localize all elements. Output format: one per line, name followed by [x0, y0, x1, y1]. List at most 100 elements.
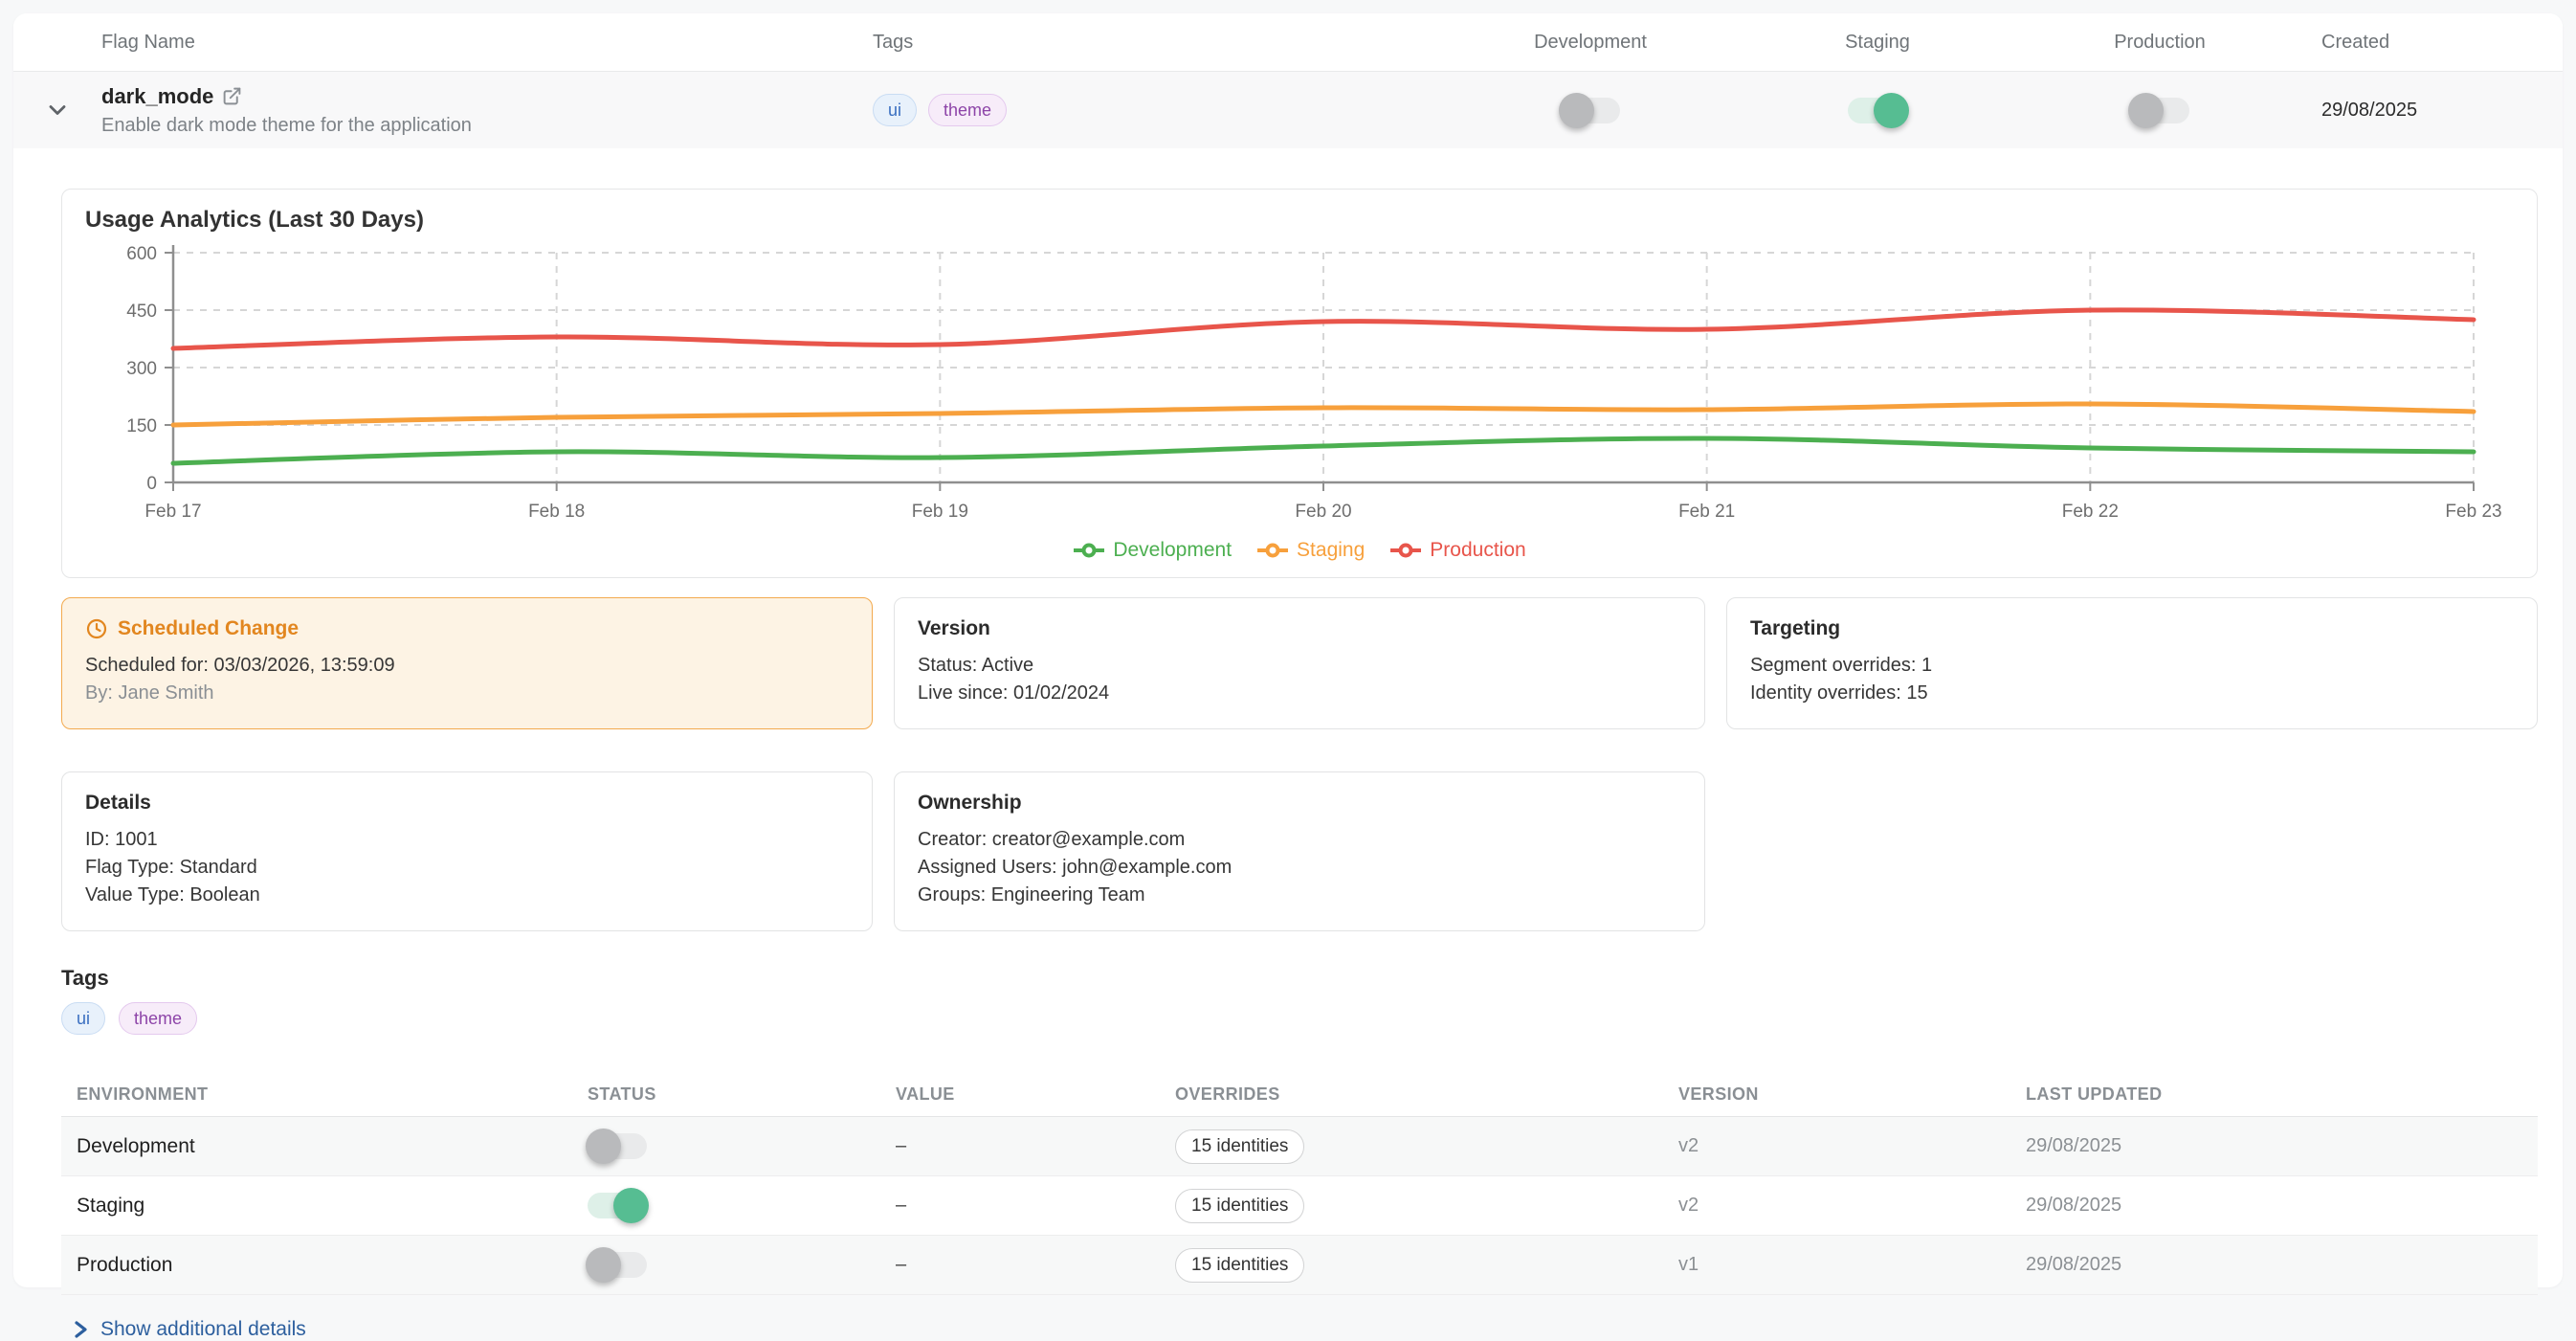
empty-card-slot [1726, 771, 2538, 931]
details-flag-type: Flag Type: Standard [85, 854, 849, 882]
env-version: v2 [1663, 1195, 2010, 1217]
flag-name: dark_mode [101, 84, 213, 109]
header-flag-name: Flag Name [101, 32, 873, 54]
flag-row-tags: uitheme [873, 94, 1447, 126]
toggle-knob [613, 1188, 649, 1223]
chevron-right-icon [73, 1319, 89, 1340]
env-header-last-updated: LAST UPDATED [2010, 1084, 2538, 1105]
env-last-updated: 29/08/2025 [2010, 1254, 2538, 1276]
svg-text:150: 150 [126, 416, 157, 436]
details-card-title: Details [85, 792, 849, 815]
ownership-card-title: Ownership [918, 792, 1681, 815]
toggle-knob [2128, 93, 2164, 128]
environments-table-header: ENVIRONMENT STATUS VALUE OVERRIDES VERSI… [61, 1073, 2538, 1117]
env-name: Development [61, 1135, 572, 1158]
env-name: Production [61, 1254, 572, 1277]
header-created: Created [2298, 32, 2563, 54]
scheduled-for-text: Scheduled for: 03/03/2026, 13:59:09 [85, 652, 849, 680]
scheduled-by-text: By: Jane Smith [85, 680, 849, 707]
env-header-version: VERSION [1663, 1084, 2010, 1105]
expand-chevron-down-icon[interactable] [44, 97, 71, 123]
env-header-overrides: OVERRIDES [1160, 1084, 1663, 1105]
svg-text:Feb 20: Feb 20 [1295, 502, 1351, 522]
details-id: ID: 1001 [85, 826, 849, 854]
env-value: – [880, 1135, 1160, 1157]
env-row-production: Production –15 identities v129/08/2025 [61, 1236, 2538, 1295]
scheduled-change-title: Scheduled Change [118, 617, 299, 640]
targeting-card-title: Targeting [1750, 617, 2514, 640]
version-card: Version Status: Active Live since: 01/02… [894, 597, 1705, 729]
svg-text:Feb 19: Feb 19 [912, 502, 968, 522]
content-panel: Flag Name Tags Development Staging Produ… [13, 13, 2563, 1287]
env-value: – [880, 1195, 1160, 1217]
identities-pill[interactable]: 15 identities [1175, 1248, 1304, 1283]
environments-table: ENVIRONMENT STATUS VALUE OVERRIDES VERSI… [61, 1073, 2538, 1295]
development-toggle[interactable] [1561, 98, 1620, 123]
scheduled-change-card: Scheduled Change Scheduled for: 03/03/20… [61, 597, 873, 729]
env-value: – [880, 1254, 1160, 1276]
env-name: Staging [61, 1195, 572, 1218]
toggle-knob [1559, 93, 1594, 128]
env-header-environment: ENVIRONMENT [61, 1084, 572, 1105]
usage-analytics-card: Usage Analytics (Last 30 Days) 0 150 300 45… [61, 189, 2538, 578]
chart-title: Usage Analytics (Last 30 Days) [81, 207, 2518, 234]
legend-item-development: Development [1073, 539, 1232, 562]
staging-status-toggle[interactable] [588, 1193, 647, 1218]
production-toggle[interactable] [2130, 98, 2189, 123]
tags-section-pills: uitheme [61, 1002, 2538, 1035]
svg-text:300: 300 [126, 359, 157, 379]
legend-marker-icon [1073, 543, 1105, 558]
legend-item-staging: Staging [1256, 539, 1365, 562]
targeting-card: Targeting Segment overrides: 1 Identity … [1726, 597, 2538, 729]
tag-pill-theme: theme [119, 1002, 197, 1035]
development-status-toggle[interactable] [588, 1133, 647, 1159]
chart-legend: Development Staging Production [81, 533, 2518, 568]
tags-section: Tags uitheme [61, 966, 2538, 1035]
header-development: Development [1447, 32, 1734, 54]
svg-text:Feb 22: Feb 22 [2062, 502, 2119, 522]
env-version: v2 [1663, 1135, 2010, 1157]
flag-created-date: 29/08/2025 [2298, 100, 2563, 122]
header-tags: Tags [873, 32, 1447, 54]
ownership-groups: Groups: Engineering Team [918, 882, 1681, 909]
svg-text:Feb 18: Feb 18 [528, 502, 585, 522]
env-last-updated: 29/08/2025 [2010, 1195, 2538, 1217]
staging-toggle[interactable] [1848, 98, 1907, 123]
version-live-since: Live since: 01/02/2024 [918, 680, 1681, 707]
details-value-type: Value Type: Boolean [85, 882, 849, 909]
details-card: Details ID: 1001 Flag Type: Standard Val… [61, 771, 873, 931]
env-row-development: Development–15 identitiesv229/08/2025 [61, 1117, 2538, 1176]
flag-description: Enable dark mode theme for the applicati… [101, 115, 873, 137]
ownership-assigned-users: Assigned Users: john@example.com [918, 854, 1681, 882]
env-header-status: STATUS [572, 1084, 880, 1105]
header-staging: Staging [1734, 32, 2021, 54]
identity-overrides: Identity overrides: 15 [1750, 680, 2514, 707]
tag-pill-ui: ui [873, 94, 917, 126]
legend-marker-icon [1256, 543, 1289, 558]
svg-text:Feb 17: Feb 17 [144, 502, 201, 522]
show-additional-details-label: Show additional details [100, 1318, 306, 1341]
svg-text:0: 0 [146, 474, 157, 494]
env-version: v1 [1663, 1254, 2010, 1276]
usage-analytics-chart: 0 150 300 450 600 Feb 17 Feb 18 Feb 19 Feb 20 Feb… [81, 241, 2516, 528]
clock-icon [85, 617, 108, 640]
toggle-knob [586, 1129, 621, 1164]
show-additional-details-link[interactable]: Show additional details [61, 1318, 306, 1341]
flag-table-header: Flag Name Tags Development Staging Produ… [13, 13, 2563, 72]
external-link-icon[interactable] [222, 86, 242, 106]
identities-pill[interactable]: 15 identities [1175, 1129, 1304, 1164]
toggle-knob [1874, 93, 1909, 128]
segment-overrides: Segment overrides: 1 [1750, 652, 2514, 680]
production-status-toggle[interactable] [588, 1252, 647, 1278]
svg-text:450: 450 [126, 302, 157, 322]
tag-pill-theme: theme [928, 94, 1007, 126]
tags-section-title: Tags [61, 966, 2538, 991]
svg-text:600: 600 [126, 244, 157, 264]
legend-item-production: Production [1389, 539, 1525, 562]
svg-text:Feb 21: Feb 21 [1678, 502, 1735, 522]
env-row-staging: Staging –15 identities v229/08/2025 [61, 1176, 2538, 1236]
ownership-creator: Creator: creator@example.com [918, 826, 1681, 854]
identities-pill[interactable]: 15 identities [1175, 1189, 1304, 1223]
header-production: Production [2021, 32, 2298, 54]
flag-row[interactable]: dark_mode Enable dark mode theme for the… [13, 72, 2563, 148]
